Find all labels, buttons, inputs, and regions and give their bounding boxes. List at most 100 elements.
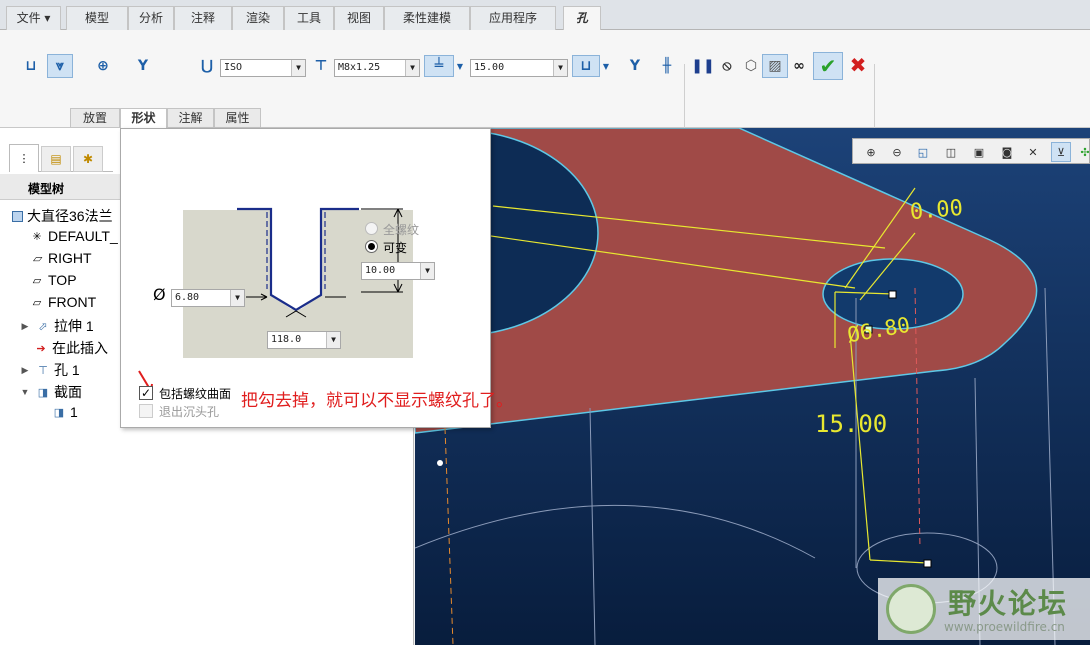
annotation-display-icon[interactable]: ⊻ xyxy=(1051,142,1071,162)
view-toolbar: ⊕ ⊖ ◱ ◫ ▣ ◙ ✕ ⊻ ✣ xyxy=(852,138,1090,164)
tree-item-insert-here[interactable]: ➔ 在此插入 xyxy=(34,338,108,358)
display-style-icon[interactable]: ◙ xyxy=(997,142,1017,162)
cancel-x-icon[interactable]: ✖ xyxy=(845,53,871,77)
datum-plane-icon: ▱ xyxy=(32,252,42,265)
expand-arrow-icon[interactable]: ▶ xyxy=(18,363,32,377)
reorient-icon[interactable]: ◫ xyxy=(941,142,961,162)
tab-annotate[interactable]: 注释 xyxy=(174,6,232,30)
section-icon: ◨ xyxy=(37,386,49,399)
tree-item-top[interactable]: ▱ TOP xyxy=(30,272,77,288)
dim-depth-label[interactable]: 15.00 xyxy=(815,410,887,438)
pause-icon[interactable]: ❚❚ xyxy=(690,54,716,78)
radio-full-thread[interactable] xyxy=(365,222,378,235)
thread-surface-label: 包括螺纹曲面 xyxy=(159,387,232,401)
watermark-title: 野火论坛 xyxy=(948,587,1069,620)
datum-point xyxy=(437,460,443,466)
annotation-text: 把勾去掉，就可以不显示螺纹孔了。 xyxy=(241,391,513,411)
screw-size-select[interactable]: M8x1.25 ▼ xyxy=(334,59,420,77)
glasses-icon[interactable]: ∞ xyxy=(786,54,812,78)
expand-arrow-icon[interactable]: ▶ xyxy=(18,319,32,333)
datum-plane-icon: ▱ xyxy=(32,296,42,309)
depth-end-dropdown[interactable]: ▼ xyxy=(600,55,612,77)
file-menu[interactable]: 文件 ▾ xyxy=(6,6,61,30)
tree-item-csys[interactable]: ✳ DEFAULT_ xyxy=(30,228,117,244)
tab-hole[interactable]: 孔 xyxy=(563,6,601,31)
no-preview-icon[interactable]: ⦸ xyxy=(714,54,740,78)
accept-check-icon[interactable]: ✔ xyxy=(813,52,843,80)
tree-item-section[interactable]: ▼ ◨ 截面 xyxy=(18,382,82,402)
tree-item-front[interactable]: ▱ FRONT xyxy=(30,294,96,310)
favorites-tab-icon[interactable]: ✱ xyxy=(73,146,103,172)
part-icon xyxy=(12,210,23,222)
depth-option-button[interactable]: ╧ xyxy=(424,55,454,77)
chevron-down-icon: ▼ xyxy=(291,60,305,76)
extrude-icon: ⬀ xyxy=(38,320,48,333)
zoom-out-icon[interactable]: ⊖ xyxy=(887,142,907,162)
tab-flexible-modeling[interactable]: 柔性建模 xyxy=(384,6,470,30)
drag-handle[interactable] xyxy=(923,559,932,568)
collapse-arrow-icon[interactable]: ▼ xyxy=(18,385,32,399)
thread-type-icon: ⋃ xyxy=(201,58,213,74)
radio-variable[interactable] xyxy=(365,240,378,253)
tree-item-right[interactable]: ▱ RIGHT xyxy=(30,250,92,266)
drag-handle[interactable] xyxy=(888,290,897,299)
standard-select[interactable]: ISO ▼ xyxy=(220,59,306,77)
tab-analysis[interactable]: 分析 xyxy=(128,6,174,30)
tree-item-hole[interactable]: ▶ ⊤ 孔 1 xyxy=(18,360,80,380)
subtab-placement[interactable]: 放置 xyxy=(70,108,120,128)
diameter-symbol: Ø xyxy=(153,285,166,304)
subtab-properties[interactable]: 属性 xyxy=(214,108,261,128)
tab-render[interactable]: 渲染 xyxy=(232,6,284,30)
verify-icon[interactable]: ▨ xyxy=(762,54,788,78)
depth-end-button[interactable]: ⊔ xyxy=(572,55,600,77)
datum-display-icon[interactable]: ✕ xyxy=(1023,142,1043,162)
tree-item-part[interactable]: 大直径36法兰 xyxy=(12,206,113,226)
tree-item-extrude[interactable]: ▶ ⬀ 拉伸 1 xyxy=(18,316,94,336)
subtab-shape[interactable]: 形状 xyxy=(120,108,167,129)
chevron-down-icon: ▼ xyxy=(230,290,244,306)
subtab-notes[interactable]: 注解 xyxy=(167,108,214,128)
depth-option-dropdown[interactable]: ▼ xyxy=(454,55,466,77)
tab-tools[interactable]: 工具 xyxy=(284,6,334,30)
watermark-logo: 野火论坛 www.proewildfire.cn xyxy=(878,578,1090,640)
hole-profile-diagram xyxy=(138,207,413,393)
datum-plane-icon: ▱ xyxy=(32,274,42,287)
zoom-in-icon[interactable]: ⊕ xyxy=(861,142,881,162)
simple-hole-button[interactable]: ⊔ xyxy=(18,54,44,78)
tree-item-section-1[interactable]: ◨ 1 xyxy=(52,404,78,420)
taper-button[interactable]: Y xyxy=(130,54,156,78)
screw-icon: ⊤ xyxy=(314,58,328,74)
counterbore-button[interactable]: ╫ xyxy=(654,54,680,78)
saved-views-icon[interactable]: ▣ xyxy=(969,142,989,162)
spin-center-icon[interactable]: ✣ xyxy=(1075,142,1090,162)
layer-tab-icon[interactable]: ▤ xyxy=(41,146,71,172)
countersink-checkbox[interactable] xyxy=(139,404,153,418)
depth-input[interactable]: 15.00 ▼ xyxy=(470,59,568,77)
hole-icon: ⊤ xyxy=(38,364,48,377)
standard-hole-button[interactable]: ⩔ xyxy=(47,54,73,78)
tab-view[interactable]: 视图 xyxy=(334,6,384,30)
shape-panel: 全螺纹 可变 10.00 ▼ Ø 6.80 ▼ 118.0 ▼ ✓ 包括螺纹曲面 退出… xyxy=(120,128,491,428)
countersink-button[interactable]: Y xyxy=(622,54,648,78)
thread-depth-input[interactable]: 10.00 ▼ xyxy=(361,262,435,280)
preview-icon[interactable]: ⬡ xyxy=(738,54,764,78)
tapped-hole-button[interactable]: ⊕ xyxy=(90,54,116,78)
watermark-url: www.proewildfire.cn xyxy=(944,620,1065,634)
thread-surface-checkbox[interactable]: ✓ xyxy=(139,386,153,400)
chevron-down-icon: ▼ xyxy=(553,60,567,76)
diameter-input[interactable]: 6.80 ▼ xyxy=(171,289,245,307)
model-tree-tab-icon[interactable]: ⋮ xyxy=(9,144,39,172)
radio-full-thread-label: 全螺纹 xyxy=(383,223,420,237)
dim-top-label[interactable]: 0.00 xyxy=(909,196,964,226)
logo-emblem-icon xyxy=(886,584,936,634)
tab-model[interactable]: 模型 xyxy=(66,6,128,30)
graphics-viewport[interactable]: 0.00 Ø6.80 15.00 xyxy=(415,128,1090,645)
tree-tab-strip: ⋮ ▤ ✱ xyxy=(9,144,113,172)
model-tree-header: 模型树 xyxy=(0,174,120,200)
angle-input[interactable]: 118.0 ▼ xyxy=(267,331,341,349)
countersink-label: 退出沉头孔 xyxy=(159,405,220,419)
refit-icon[interactable]: ◱ xyxy=(913,142,933,162)
radio-variable-label: 可变 xyxy=(383,241,408,255)
menu-bar: 文件 ▾ 模型 分析 注释 渲染 工具 视图 柔性建模 应用程序 孔 xyxy=(0,0,1090,31)
tab-applications[interactable]: 应用程序 xyxy=(470,6,556,30)
